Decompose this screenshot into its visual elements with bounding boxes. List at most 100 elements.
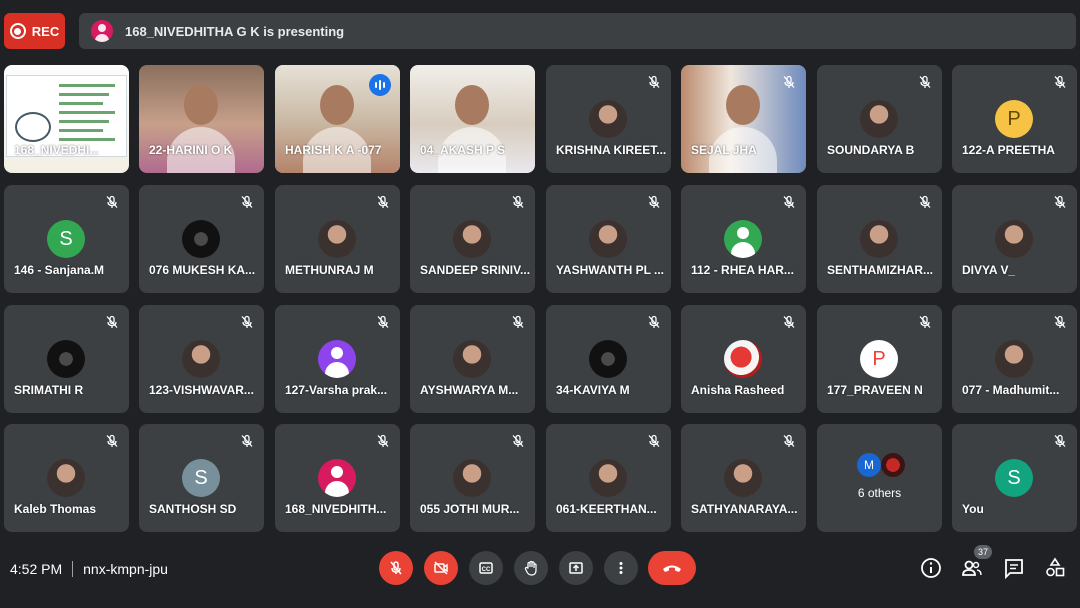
mic-off-icon (390, 561, 402, 575)
person-silhouette (455, 85, 489, 125)
avatar (589, 220, 627, 258)
presenting-banner[interactable]: 168_NIVEDHITHA G K is presenting (79, 13, 1076, 49)
present-icon (569, 562, 583, 574)
participant-name: 04_AKASH P S (420, 143, 506, 157)
avatar (318, 340, 356, 378)
person-silhouette (320, 85, 354, 125)
captions-icon: CC (479, 562, 493, 574)
info-icon (921, 558, 941, 578)
mic-off-icon (1053, 315, 1067, 329)
mic-off-icon (782, 434, 796, 448)
avatar: M (857, 453, 881, 477)
participant-tile[interactable]: Anisha Rasheed (681, 305, 806, 413)
avatar (589, 459, 627, 497)
participant-tile[interactable]: SENTHAMIZHAR... (817, 185, 942, 293)
participant-name: 168_NIVEDHITH... (285, 502, 387, 516)
participant-name: 127-Varsha prak... (285, 383, 388, 397)
participant-tile[interactable]: SANDEEP SRINIV... (410, 185, 535, 293)
participant-tile[interactable]: Kaleb Thomas (4, 424, 129, 532)
mic-off-icon (1053, 434, 1067, 448)
mic-off-icon (782, 75, 796, 89)
hand-icon (524, 560, 537, 576)
present-screen-button[interactable] (559, 551, 593, 585)
participant-name: 177_PRAVEEN N (827, 383, 923, 397)
participant-tile[interactable]: 22-HARINI O K (139, 65, 264, 173)
hangup-icon (663, 565, 681, 572)
mic-off-icon (511, 315, 525, 329)
avatar (589, 100, 627, 138)
mic-off-icon (376, 195, 390, 209)
participant-tile[interactable]: 168_NIVEDHI... (4, 65, 129, 173)
participant-tile[interactable]: YASHWANTH PL ... (546, 185, 671, 293)
participant-name: 076 MUKESH KA... (149, 263, 256, 277)
avatar: P (995, 100, 1033, 138)
camera-toggle-button[interactable] (424, 551, 458, 585)
mic-toggle-button[interactable] (379, 551, 413, 585)
speaking-indicator-icon (369, 74, 391, 96)
mic-off-icon (918, 195, 932, 209)
participant-tile[interactable]: 061-KEERTHAN... (546, 424, 671, 532)
avatar (47, 340, 85, 378)
avatar (724, 459, 762, 497)
chat-button[interactable] (1002, 556, 1026, 580)
raise-hand-button[interactable] (514, 551, 548, 585)
participant-name: SEJAL JHA (691, 143, 757, 157)
activities-button[interactable] (1043, 556, 1067, 580)
participant-tile[interactable]: 04_AKASH P S (410, 65, 535, 173)
participant-tile[interactable]: 076 MUKESH KA... (139, 185, 264, 293)
recording-indicator[interactable]: REC (4, 13, 65, 49)
participant-tile[interactable]: S 146 - Sanjana.M (4, 185, 129, 293)
participant-name: SANTHOSH SD (149, 502, 237, 516)
participant-name: 055 JOTHI MUR... (420, 502, 520, 516)
avatar (589, 340, 627, 378)
divider (72, 561, 74, 577)
leave-call-button[interactable] (648, 551, 696, 585)
participant-tile[interactable]: 123-VISHWAVAR... (139, 305, 264, 413)
mic-off-icon (1053, 195, 1067, 209)
participant-tile[interactable]: S SANTHOSH SD (139, 424, 264, 532)
mic-off-icon (105, 434, 119, 448)
meeting-info-button[interactable] (919, 556, 943, 580)
participant-tile[interactable]: SATHYANARAYA... (681, 424, 806, 532)
participant-tile[interactable]: DIVYA V_ (952, 185, 1077, 293)
mic-off-icon (376, 434, 390, 448)
participant-tile[interactable]: HARISH K A -077 (275, 65, 400, 173)
participant-tile[interactable]: 34-KAVIYA M (546, 305, 671, 413)
participant-name: 122-A PREETHA (962, 143, 1055, 157)
people-button[interactable] (960, 556, 984, 580)
avatar (860, 220, 898, 258)
record-icon (9, 23, 26, 39)
more-options-button[interactable] (604, 551, 638, 585)
participant-tile[interactable]: 077 - Madhumit... (952, 305, 1077, 413)
bottom-bar: 4:52 PM nnx-kmpn-jpu CC 37 (0, 540, 1080, 608)
participant-name: SRIMATHI R (14, 383, 84, 397)
participant-tile[interactable]: SRIMATHI R (4, 305, 129, 413)
mic-off-icon (647, 75, 661, 89)
mic-off-icon (511, 195, 525, 209)
meeting-details[interactable]: 4:52 PM nnx-kmpn-jpu (10, 561, 168, 577)
avatar (47, 459, 85, 497)
participant-tile[interactable]: SOUNDARYA B (817, 65, 942, 173)
participant-tile[interactable]: 168_NIVEDHITH... (275, 424, 400, 532)
participant-tile[interactable]: KRISHNA KIREET... (546, 65, 671, 173)
mic-off-icon (782, 315, 796, 329)
participant-tile[interactable]: 127-Varsha prak... (275, 305, 400, 413)
avatar: S (995, 459, 1033, 497)
participant-name: SENTHAMIZHAR... (827, 263, 933, 277)
participant-tile[interactable]: S You (952, 424, 1077, 532)
participant-name: SOUNDARYA B (827, 143, 915, 157)
participant-tile[interactable]: SEJAL JHA (681, 65, 806, 173)
participant-tile[interactable]: P 177_PRAVEEN N (817, 305, 942, 413)
person-silhouette (726, 85, 760, 125)
clock-time: 4:52 PM (10, 561, 63, 577)
participant-tile[interactable]: METHUNRAJ M (275, 185, 400, 293)
participant-tile[interactable]: 055 JOTHI MUR... (410, 424, 535, 532)
participant-tile[interactable]: AYSHWARYA M... (410, 305, 535, 413)
presenter-avatar (91, 20, 113, 42)
mic-off-icon (511, 434, 525, 448)
captions-button[interactable]: CC (469, 551, 503, 585)
others-label: 6 others (857, 486, 902, 500)
participant-tile[interactable]: M 6 others (817, 424, 942, 532)
participant-tile[interactable]: 112 - RHEA HAR... (681, 185, 806, 293)
participant-tile[interactable]: P 122-A PREETHA (952, 65, 1077, 173)
